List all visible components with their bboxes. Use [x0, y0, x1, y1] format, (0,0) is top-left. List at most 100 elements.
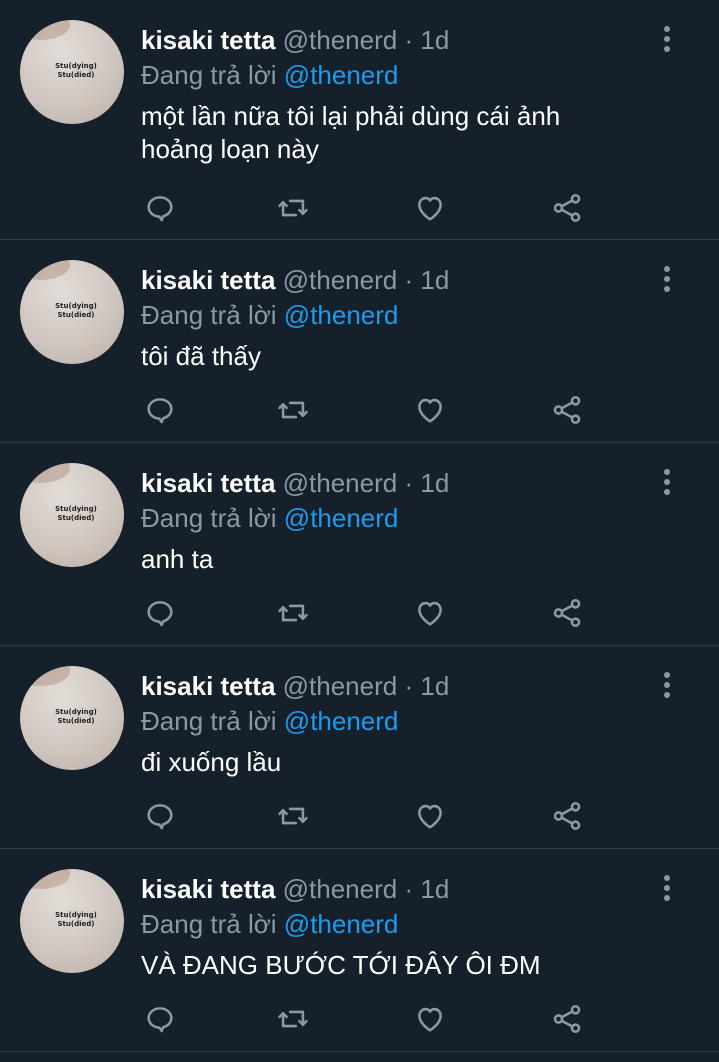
tweet[interactable]: Stu(dying) Stu(died) kisaki tetta @thene…	[0, 240, 719, 443]
replying-to-mention[interactable]: @thenerd	[284, 706, 399, 736]
share-button[interactable]	[547, 796, 587, 836]
more-vertical-icon[interactable]	[657, 266, 677, 296]
separator-dot: ·	[404, 265, 414, 295]
retweet-button[interactable]	[273, 999, 313, 1039]
replying-to-mention[interactable]: @thenerd	[284, 300, 399, 330]
avatar-shirt-text: Stu(dying) Stu(died)	[55, 708, 97, 725]
share-button[interactable]	[547, 999, 587, 1039]
tweet-text: VÀ ĐANG BƯỚC TỚI ĐÂY ÔI ĐM	[141, 950, 541, 980]
timestamp[interactable]: 1d	[420, 265, 449, 295]
tweet-actions	[140, 999, 600, 1039]
avatar-shirt-text: Stu(dying) Stu(died)	[55, 62, 97, 79]
timestamp[interactable]: 1d	[420, 874, 449, 904]
user-handle[interactable]: @thenerd	[283, 265, 398, 295]
timestamp[interactable]: 1d	[420, 671, 449, 701]
tweet-text: một lần nữa tôi lại phải dùng cái ảnh ho…	[141, 101, 561, 164]
heart-icon	[418, 1007, 442, 1032]
user-handle[interactable]: @thenerd	[283, 671, 398, 701]
display-name[interactable]: kisaki tetta	[141, 25, 275, 55]
reply-button[interactable]	[140, 390, 180, 430]
replying-to-label: Đang trả lời	[141, 706, 277, 736]
display-name[interactable]: kisaki tetta	[141, 468, 275, 498]
avatar-shirt-text: Stu(dying) Stu(died)	[55, 302, 97, 319]
avatar-shade	[20, 869, 70, 889]
retweet-icon	[278, 401, 308, 419]
avatar-shirt-text: Stu(dying) Stu(died)	[55, 505, 97, 522]
more-vertical-icon[interactable]	[657, 875, 677, 905]
retweet-icon	[278, 1010, 308, 1028]
reply-button[interactable]	[140, 999, 180, 1039]
replying-to-label: Đang trả lời	[141, 909, 277, 939]
reply-thread: Stu(dying) Stu(died) kisaki tetta @thene…	[0, 0, 719, 1052]
share-icon	[553, 1004, 581, 1034]
reply-button[interactable]	[140, 796, 180, 836]
share-icon	[553, 801, 581, 831]
avatar-shade	[20, 20, 70, 40]
tweet-header: kisaki tetta @thenerd · 1d	[141, 465, 659, 501]
heart-icon	[418, 196, 442, 221]
user-handle[interactable]: @thenerd	[283, 468, 398, 498]
display-name[interactable]: kisaki tetta	[141, 874, 275, 904]
avatar[interactable]: Stu(dying) Stu(died)	[20, 260, 124, 364]
replying-to-label: Đang trả lời	[141, 503, 277, 533]
like-button[interactable]	[410, 593, 450, 633]
tweet[interactable]: Stu(dying) Stu(died) kisaki tetta @thene…	[0, 443, 719, 646]
display-name[interactable]: kisaki tetta	[141, 671, 275, 701]
heart-icon	[418, 398, 442, 423]
avatar[interactable]: Stu(dying) Stu(died)	[20, 666, 124, 770]
reply-button[interactable]	[140, 593, 180, 633]
tweet-header: kisaki tetta @thenerd · 1d	[141, 668, 659, 704]
heart-icon	[418, 804, 442, 829]
replying-to: Đang trả lời @thenerd	[141, 501, 659, 535]
like-button[interactable]	[410, 796, 450, 836]
like-button[interactable]	[410, 188, 450, 228]
separator-dot: ·	[404, 874, 414, 904]
tweet[interactable]: Stu(dying) Stu(died) kisaki tetta @thene…	[0, 0, 719, 240]
user-handle[interactable]: @thenerd	[283, 874, 398, 904]
avatar-shade	[20, 666, 70, 686]
replying-to: Đang trả lời @thenerd	[141, 907, 659, 941]
reply-button[interactable]	[140, 188, 180, 228]
replying-to-mention[interactable]: @thenerd	[284, 60, 399, 90]
share-button[interactable]	[547, 593, 587, 633]
tweet-content: kisaki tetta @thenerd · 1d Đang trả lời …	[141, 262, 659, 373]
tweet-text: anh ta	[141, 544, 214, 574]
user-handle[interactable]: @thenerd	[283, 25, 398, 55]
tweet-actions	[140, 796, 600, 836]
reply-icon	[147, 196, 173, 222]
tweet[interactable]: Stu(dying) Stu(died) kisaki tetta @thene…	[0, 849, 719, 1052]
like-button[interactable]	[410, 999, 450, 1039]
replying-to-mention[interactable]: @thenerd	[284, 503, 399, 533]
share-icon	[553, 395, 581, 425]
more-vertical-icon[interactable]	[657, 469, 677, 499]
share-icon	[553, 193, 581, 223]
share-button[interactable]	[547, 188, 587, 228]
replying-to-mention[interactable]: @thenerd	[284, 909, 399, 939]
more-vertical-icon[interactable]	[657, 26, 677, 56]
tweet[interactable]: Stu(dying) Stu(died) kisaki tetta @thene…	[0, 646, 719, 849]
retweet-button[interactable]	[273, 390, 313, 430]
separator-dot: ·	[404, 25, 414, 55]
avatar[interactable]: Stu(dying) Stu(died)	[20, 20, 124, 124]
more-vertical-icon[interactable]	[657, 672, 677, 702]
avatar-shade	[20, 260, 70, 280]
like-button[interactable]	[410, 390, 450, 430]
tweet-text: tôi đã thấy	[141, 341, 261, 371]
tweet-content: kisaki tetta @thenerd · 1d Đang trả lời …	[141, 22, 659, 166]
replying-to: Đang trả lời @thenerd	[141, 58, 659, 92]
timestamp[interactable]: 1d	[420, 25, 449, 55]
retweet-button[interactable]	[273, 188, 313, 228]
separator-dot: ·	[404, 671, 414, 701]
timestamp[interactable]: 1d	[420, 468, 449, 498]
retweet-icon	[278, 199, 308, 217]
reply-icon	[147, 398, 173, 424]
display-name[interactable]: kisaki tetta	[141, 265, 275, 295]
retweet-button[interactable]	[273, 593, 313, 633]
share-button[interactable]	[547, 390, 587, 430]
retweet-icon	[278, 604, 308, 622]
avatar[interactable]: Stu(dying) Stu(died)	[20, 463, 124, 567]
avatar-shirt-text: Stu(dying) Stu(died)	[55, 911, 97, 928]
replying-to: Đang trả lời @thenerd	[141, 704, 659, 738]
retweet-button[interactable]	[273, 796, 313, 836]
avatar[interactable]: Stu(dying) Stu(died)	[20, 869, 124, 973]
